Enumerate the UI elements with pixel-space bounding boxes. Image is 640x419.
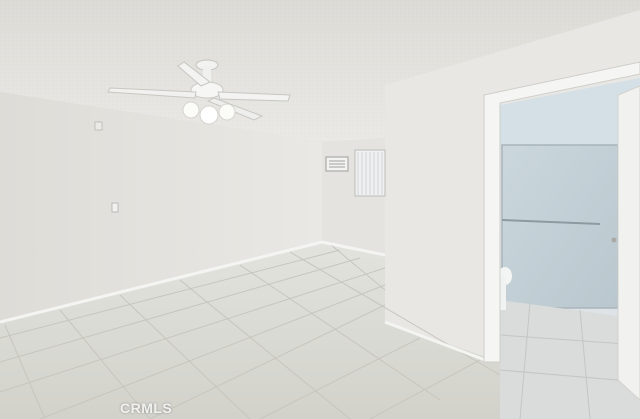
fan-light [182,101,200,119]
wall-outlet [111,202,119,213]
window-blinds [357,152,383,195]
watermark-text: CRMLS [120,400,173,416]
room-illustration [0,0,640,419]
room-photo: CRMLS [0,0,640,419]
fan-light [218,103,236,121]
door-knob [611,237,617,243]
fan-light [199,105,219,125]
shower-glass-door [501,144,619,309]
thermostat [94,121,103,131]
open-door [617,85,640,401]
